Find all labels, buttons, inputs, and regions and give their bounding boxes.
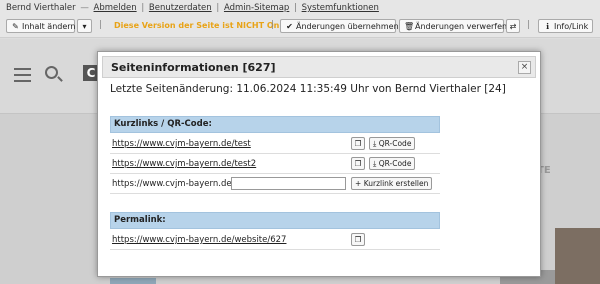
userdata-link[interactable]: Benutzerdaten [149,3,212,13]
qr-code-button[interactable]: ⤓ QR-Code [369,137,416,150]
user-line: Bernd Vierthaler — Abmelden | Benutzerda… [6,3,379,13]
copy-icon: ❐ [354,235,362,244]
hamburger-icon[interactable] [14,68,31,86]
plus-icon: + [355,179,362,188]
copy-icon: ❐ [354,159,362,168]
background-image [110,278,156,284]
info-link-button[interactable]: ℹ Info/Link [538,19,593,33]
admin-toolbar: Bernd Vierthaler — Abmelden | Benutzerda… [0,0,600,38]
pencil-icon: ✎ [12,22,19,31]
shortlinks-heading: Kurzlinks / QR-Code: [110,116,440,133]
download-icon: ⤓ [373,139,377,148]
swap-icon: ⇄ [509,22,517,31]
edit-content-dropdown-button[interactable]: ▾ [77,19,92,33]
shortlink-row: https://www.cvjm-bayern.de/test ❐ ⤓ QR-C… [110,134,440,154]
download-icon: ⤓ [373,159,377,168]
permalink-url[interactable]: https://www.cvjm-bayern.de/website/627 [112,235,286,245]
info-icon: ℹ [545,22,550,31]
copy-icon: ❐ [354,139,362,148]
search-icon[interactable] [45,66,58,79]
apply-changes-button[interactable]: ✔ Änderungen übernehmen [280,19,399,33]
trash-icon: 🗑 [404,22,415,31]
last-change-text: Letzte Seitenänderung: 11.06.2024 11:35:… [110,83,506,95]
shortlink-prefix: https://www.cvjm-bayern.de/ [112,179,235,189]
copy-button[interactable]: ❐ [351,157,365,170]
permalink-row: https://www.cvjm-bayern.de/website/627 ❐ [110,230,440,250]
shortlink-input[interactable] [231,177,346,190]
page-info-dialog: Seiteninformationen [627] × Letzte Seite… [97,51,541,277]
tool-row: ✎ Inhalt ändern ▾ | Diese Version der Sei… [6,19,596,34]
copy-button[interactable]: ❐ [351,233,365,246]
permalink-heading: Permalink: [110,212,440,229]
discard-changes-button[interactable]: 🗑Änderungen verwerfen [399,19,507,33]
dialog-title: Seiteninformationen [627] [111,61,276,74]
chevron-down-icon: ▾ [82,22,87,31]
shortlink-row: https://www.cvjm-bayern.de/test2 ❐ ⤓ QR-… [110,154,440,174]
dialog-titlebar[interactable]: Seiteninformationen [627] × [102,56,536,78]
background-image [555,228,600,284]
check-icon: ✔ [286,22,293,31]
close-icon[interactable]: × [518,61,531,74]
shortlink-url[interactable]: https://www.cvjm-bayern.de/test2 [112,159,256,169]
shortlink-url[interactable]: https://www.cvjm-bayern.de/test [112,139,251,149]
create-shortlink-button[interactable]: + Kurzlink erstellen [351,177,433,190]
system-functions-link[interactable]: Systemfunktionen [302,3,379,13]
logout-link[interactable]: Abmelden [94,3,137,13]
qr-code-button[interactable]: ⤓ QR-Code [369,157,416,170]
admin-sitemap-link[interactable]: Admin-Sitemap [224,3,289,13]
swap-button[interactable]: ⇄ [506,19,520,33]
dash: — [80,3,89,13]
user-name: Bernd Vierthaler [6,3,76,13]
copy-button[interactable]: ❐ [351,137,365,150]
edit-content-button[interactable]: ✎ Inhalt ändern [6,19,76,33]
new-shortlink-row: https://www.cvjm-bayern.de/ + Kurzlink e… [110,174,440,194]
